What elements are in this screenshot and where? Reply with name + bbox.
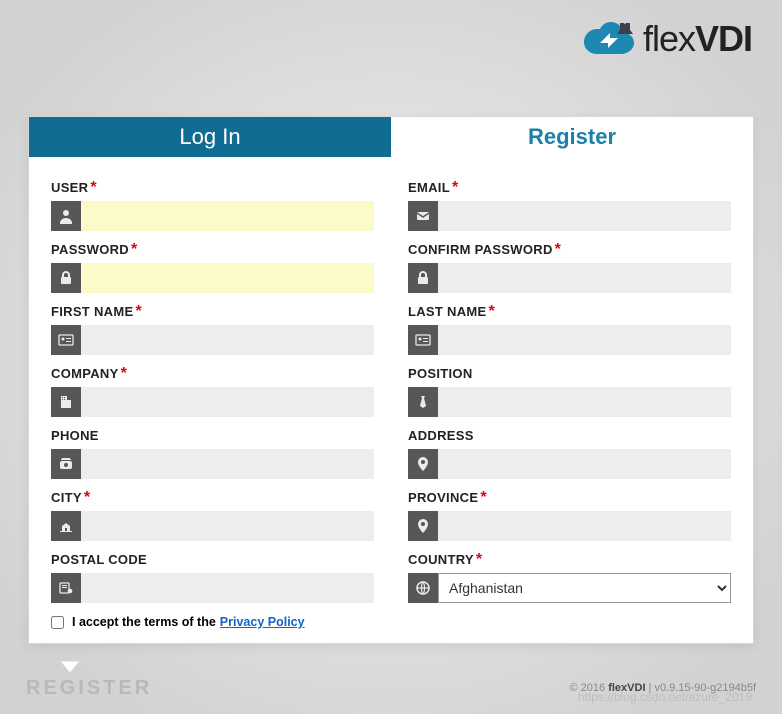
user-input[interactable] bbox=[81, 201, 374, 231]
cloud-icon bbox=[581, 19, 637, 59]
position-label: POSITION bbox=[408, 366, 473, 381]
address-label: ADDRESS bbox=[408, 428, 474, 443]
required-mark: * bbox=[555, 241, 561, 258]
id-card-icon bbox=[408, 325, 438, 355]
position-input[interactable] bbox=[438, 387, 731, 417]
phone-icon bbox=[51, 449, 81, 479]
accept-terms[interactable]: I accept the terms of the Privacy Policy bbox=[51, 615, 374, 629]
postal-input[interactable] bbox=[81, 573, 374, 603]
province-label: PROVINCE bbox=[408, 490, 478, 505]
city-label: CITY bbox=[51, 490, 82, 505]
required-mark: * bbox=[476, 551, 482, 568]
required-mark: * bbox=[84, 489, 90, 506]
brand-logo: flexVDI bbox=[581, 18, 752, 60]
phone-input[interactable] bbox=[81, 449, 374, 479]
email-icon bbox=[408, 201, 438, 231]
required-mark: * bbox=[489, 303, 495, 320]
pin-icon bbox=[408, 511, 438, 541]
firstname-label: FIRST NAME bbox=[51, 304, 133, 319]
company-label: COMPANY bbox=[51, 366, 119, 381]
required-mark: * bbox=[480, 489, 486, 506]
required-mark: * bbox=[121, 365, 127, 382]
lastname-label: LAST NAME bbox=[408, 304, 487, 319]
postal-icon bbox=[51, 573, 81, 603]
confirm-label: CONFIRM PASSWORD bbox=[408, 242, 553, 257]
register-heading: REGISTER bbox=[26, 677, 152, 700]
pointer-icon bbox=[60, 661, 80, 681]
lastname-input[interactable] bbox=[438, 325, 731, 355]
globe-icon bbox=[408, 573, 438, 603]
postal-label: POSTAL CODE bbox=[51, 552, 147, 567]
brand-name: flexVDI bbox=[643, 18, 752, 60]
tab-login[interactable]: Log In bbox=[29, 117, 391, 157]
password-input[interactable] bbox=[81, 263, 374, 293]
accept-checkbox[interactable] bbox=[51, 616, 64, 629]
confirm-input[interactable] bbox=[438, 263, 731, 293]
password-label: PASSWORD bbox=[51, 242, 129, 257]
province-input[interactable] bbox=[438, 511, 731, 541]
city-icon bbox=[51, 511, 81, 541]
phone-label: PHONE bbox=[51, 428, 99, 443]
required-mark: * bbox=[452, 179, 458, 196]
company-input[interactable] bbox=[81, 387, 374, 417]
required-mark: * bbox=[131, 241, 137, 258]
building-icon bbox=[51, 387, 81, 417]
tab-register[interactable]: Register bbox=[391, 117, 753, 157]
tie-icon bbox=[408, 387, 438, 417]
required-mark: * bbox=[90, 179, 96, 196]
accept-text: I accept the terms of the bbox=[72, 615, 216, 629]
user-icon bbox=[51, 201, 81, 231]
auth-panel: Log In Register USER* PASSWORD* FIRST NA bbox=[28, 116, 754, 644]
lock-icon bbox=[408, 263, 438, 293]
country-label: COUNTRY bbox=[408, 552, 474, 567]
id-card-icon bbox=[51, 325, 81, 355]
watermark: https://blog.csdn.net/azure_2019 bbox=[578, 690, 752, 704]
email-label: EMAIL bbox=[408, 180, 450, 195]
city-input[interactable] bbox=[81, 511, 374, 541]
country-select[interactable]: Afghanistan bbox=[438, 573, 731, 603]
firstname-input[interactable] bbox=[81, 325, 374, 355]
user-label: USER bbox=[51, 180, 88, 195]
pin-icon bbox=[408, 449, 438, 479]
address-input[interactable] bbox=[438, 449, 731, 479]
lock-icon bbox=[51, 263, 81, 293]
footer: REGISTER © 2016 flexVDI | v0.9.15-90-g21… bbox=[0, 662, 782, 714]
required-mark: * bbox=[135, 303, 141, 320]
email-input[interactable] bbox=[438, 201, 731, 231]
privacy-link[interactable]: Privacy Policy bbox=[220, 615, 305, 629]
